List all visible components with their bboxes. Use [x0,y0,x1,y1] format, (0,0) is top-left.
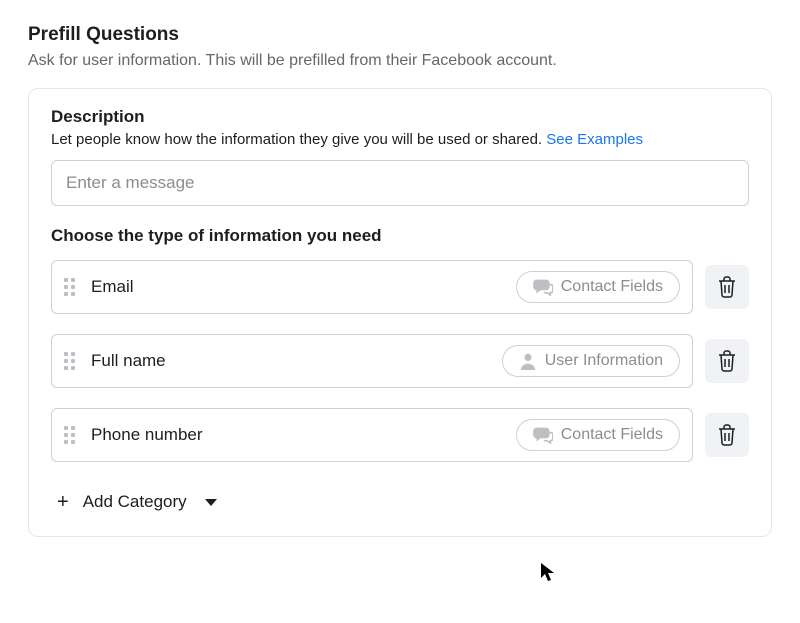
category-pill: User Information [502,345,680,377]
field-box: Full name User Information [51,334,693,388]
chevron-down-icon [205,499,217,506]
trash-icon [717,350,737,372]
category-pill: Contact Fields [516,271,680,303]
category-label: User Information [545,352,663,370]
chat-icon [533,278,553,296]
field-item: Phone number Contact Fields [51,408,749,462]
delete-button[interactable] [705,413,749,457]
prefill-card: Description Let people know how the info… [28,88,772,537]
field-item: Full name User Information [51,334,749,388]
add-category-label: Add Category [83,492,187,512]
field-box: Phone number Contact Fields [51,408,693,462]
field-label: Phone number [91,425,203,445]
field-label: Full name [91,351,166,371]
description-help-text: Let people know how the information they… [51,131,546,148]
plus-icon: + [57,492,69,512]
description-input[interactable] [51,160,749,206]
category-label: Contact Fields [561,278,663,296]
delete-button[interactable] [705,265,749,309]
drag-handle-icon[interactable] [64,352,75,370]
add-category-button[interactable]: + Add Category [51,482,223,516]
field-label: Email [91,277,134,297]
field-item: Email Contact Fields [51,260,749,314]
user-icon [519,352,537,370]
description-heading: Description [51,107,749,127]
drag-handle-icon[interactable] [64,426,75,444]
description-help: Let people know how the information they… [51,131,749,148]
delete-button[interactable] [705,339,749,383]
field-box: Email Contact Fields [51,260,693,314]
drag-handle-icon[interactable] [64,278,75,296]
page-title: Prefill Questions [28,24,772,46]
category-pill: Contact Fields [516,419,680,451]
page-subtitle: Ask for user information. This will be p… [28,52,772,70]
trash-icon [717,276,737,298]
chat-icon [533,426,553,444]
category-label: Contact Fields [561,426,663,444]
see-examples-link[interactable]: See Examples [546,131,643,148]
cursor-icon [540,562,556,587]
trash-icon [717,424,737,446]
choose-heading: Choose the type of information you need [51,226,749,246]
